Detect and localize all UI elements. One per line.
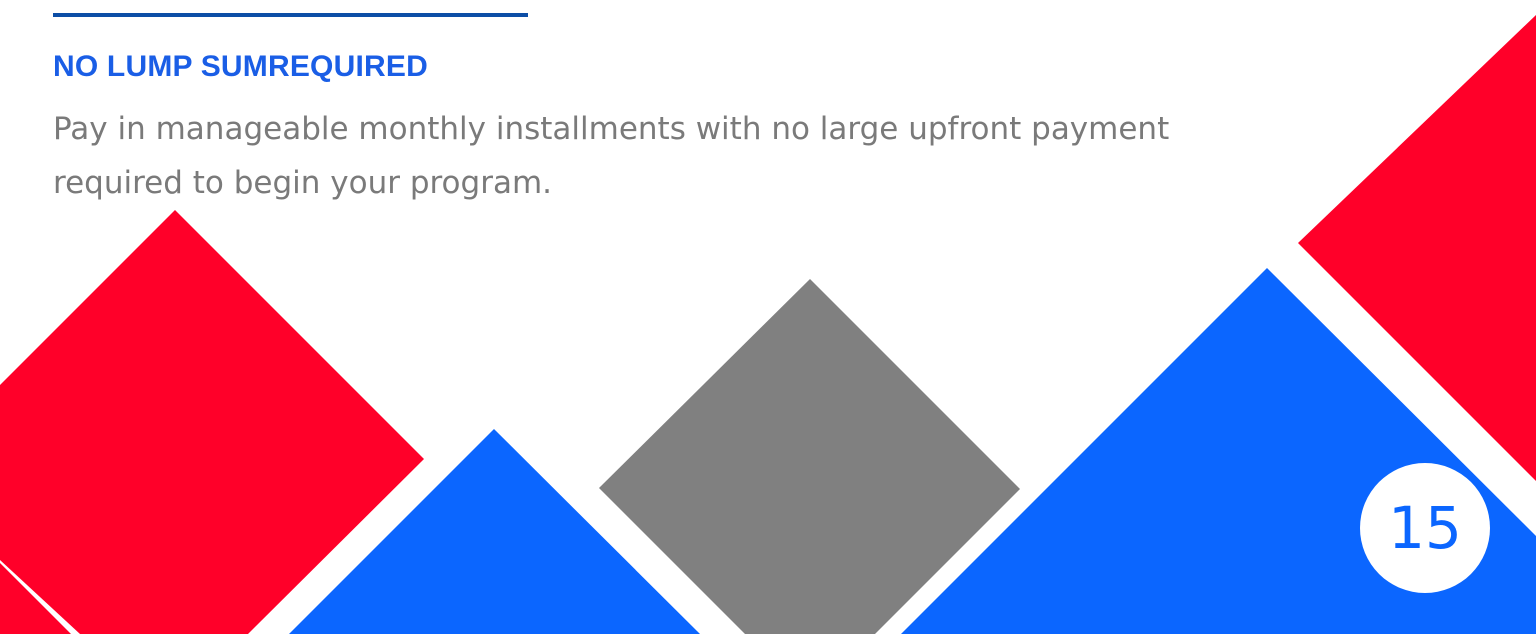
slide: NO LUMP SUMREQUIRED Pay in manageable mo… — [0, 0, 1536, 634]
page-number-badge: 15 — [1360, 463, 1490, 593]
decorative-shapes — [0, 15, 1536, 634]
